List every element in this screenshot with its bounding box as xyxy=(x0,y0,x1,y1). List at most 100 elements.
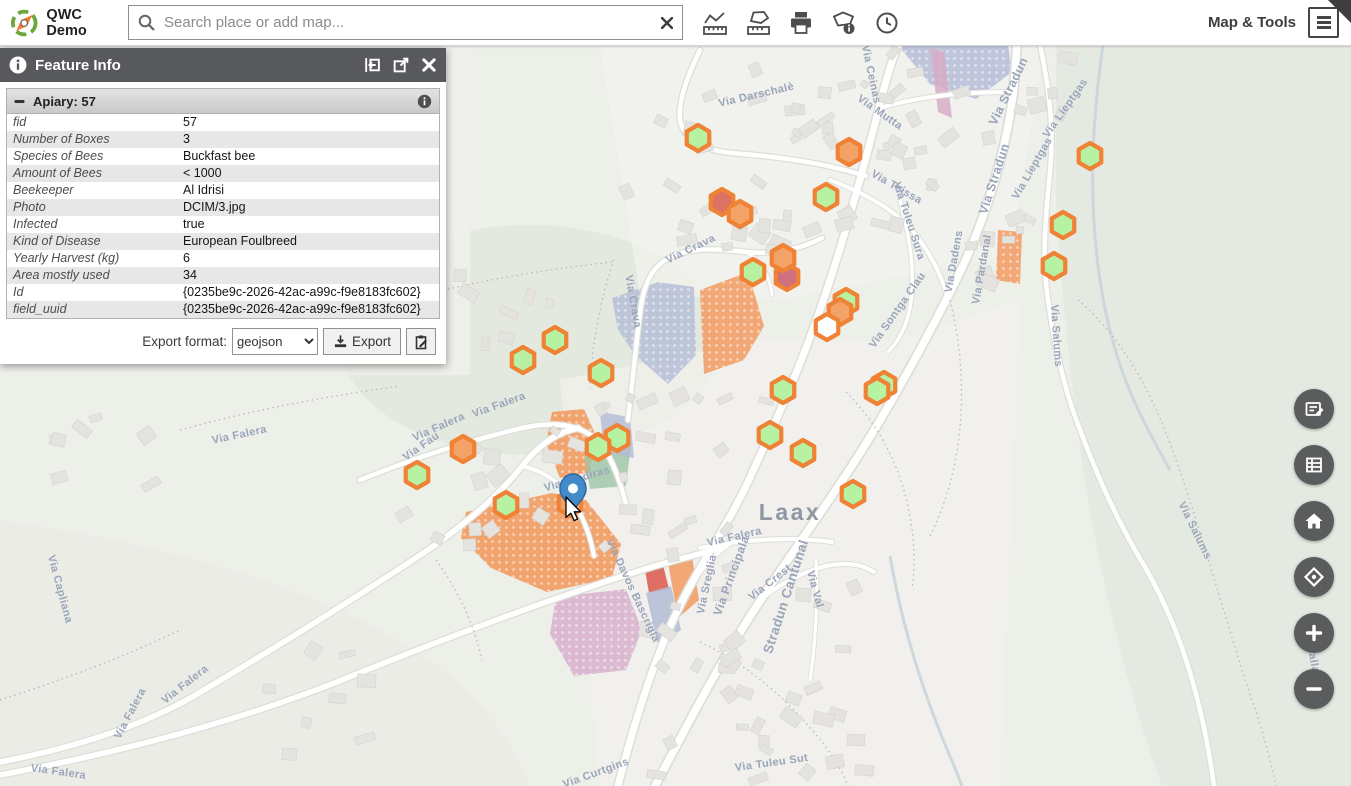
info-icon xyxy=(9,56,27,74)
apiary-marker[interactable] xyxy=(815,184,838,210)
print-button[interactable] xyxy=(783,5,819,41)
apiary-marker[interactable] xyxy=(687,125,710,151)
attribute-value: < 1000 xyxy=(183,165,439,182)
locate-button[interactable] xyxy=(1294,557,1334,597)
apiary-marker[interactable] xyxy=(729,201,752,227)
attribute-label: field_uuid xyxy=(7,301,183,318)
apiary-marker[interactable] xyxy=(452,436,475,462)
export-bar: Export format: geojson Export xyxy=(6,319,440,364)
app-logo: QWC Demo xyxy=(10,7,122,39)
apiary-marker[interactable] xyxy=(406,462,429,488)
apiary-marker[interactable] xyxy=(842,481,865,507)
zoom-out-button[interactable] xyxy=(1294,669,1334,709)
apiary-marker[interactable] xyxy=(742,259,765,285)
qwc-app: Via DarschalèVia CeinasVia MuttaVia Stra… xyxy=(0,0,1351,786)
map-button-stack xyxy=(1294,389,1334,709)
detach-window-button[interactable] xyxy=(392,56,410,74)
attribute-row: Number of Boxes3 xyxy=(7,131,439,148)
home-icon xyxy=(1302,509,1326,533)
collapse-icon xyxy=(14,96,25,107)
copy-to-clipboard-button[interactable] xyxy=(406,328,436,355)
menu-group: Map & Tools xyxy=(1208,0,1339,45)
export-button[interactable]: Export xyxy=(323,328,401,355)
apiary-marker[interactable] xyxy=(792,440,815,466)
apiary-marker[interactable] xyxy=(759,422,782,448)
attribute-label: Yearly Harvest (kg) xyxy=(7,250,183,267)
apiary-marker[interactable] xyxy=(1052,212,1075,238)
feature-info-icon[interactable] xyxy=(417,94,432,109)
attribute-value: {0235be9c-2026-42ac-a99c-f9e8183fc602} xyxy=(183,301,439,318)
attribute-row: Amount of Bees< 1000 xyxy=(7,165,439,182)
dock-button[interactable] xyxy=(363,56,381,74)
fullscreen-toggle[interactable] xyxy=(1328,0,1351,23)
attribute-value: Al Idrisi xyxy=(183,182,439,199)
apiary-marker[interactable] xyxy=(816,314,839,340)
apiary-marker[interactable] xyxy=(1043,253,1066,279)
clear-icon xyxy=(661,17,673,29)
apiary-marker[interactable] xyxy=(1079,143,1102,169)
apiary-marker[interactable] xyxy=(838,139,861,165)
search-box[interactable] xyxy=(128,5,683,40)
attribute-value: 3 xyxy=(183,131,439,148)
close-button[interactable] xyxy=(421,57,437,73)
top-bar: QWC Demo xyxy=(0,0,1351,46)
apiary-marker[interactable] xyxy=(866,378,889,404)
minus-icon xyxy=(1302,677,1326,701)
attribute-value: Buckfast bee xyxy=(183,148,439,165)
attribute-value: DCIM/3.jpg xyxy=(183,199,439,216)
qwc-logo-icon xyxy=(10,8,38,38)
panel-title: Feature Info xyxy=(35,57,121,74)
feature-title: Apiary: 57 xyxy=(33,94,96,109)
attribute-row: Infectedtrue xyxy=(7,216,439,233)
attribute-row: Area mostly used34 xyxy=(7,267,439,284)
attribute-row: Id{0235be9c-2026-42ac-a99c-f9e8183fc602} xyxy=(7,284,439,301)
attribute-label: Photo xyxy=(7,199,183,216)
apiary-marker[interactable] xyxy=(590,360,613,386)
attribute-label: Beekeeper xyxy=(7,182,183,199)
toolbar xyxy=(697,5,905,41)
print-icon xyxy=(787,9,815,37)
attribute-row: fid57 xyxy=(7,114,439,131)
attribute-row: PhotoDCIM/3.jpg xyxy=(7,199,439,216)
attribute-row: Kind of DiseaseEuropean Foulbreed xyxy=(7,233,439,250)
apiary-marker[interactable] xyxy=(587,434,610,460)
feature-result: Apiary: 57 fid57Number of Boxes3Species … xyxy=(6,88,440,319)
redlining-button[interactable] xyxy=(1294,389,1334,429)
home-button[interactable] xyxy=(1294,501,1334,541)
apiary-marker[interactable] xyxy=(772,245,795,271)
locate-icon xyxy=(1302,565,1326,589)
feature-info-header[interactable]: Feature Info xyxy=(0,48,446,82)
attribute-value: {0235be9c-2026-42ac-a99c-f9e8183fc602} xyxy=(183,284,439,301)
export-button-label: Export xyxy=(352,334,391,349)
zoom-in-button[interactable] xyxy=(1294,613,1334,653)
attribute-label: Species of Bees xyxy=(7,148,183,165)
attribute-label: Amount of Bees xyxy=(7,165,183,182)
apiary-marker[interactable] xyxy=(772,377,795,403)
search-input[interactable] xyxy=(160,14,652,31)
attribute-value: 57 xyxy=(183,114,439,131)
feature-header-bar[interactable]: Apiary: 57 xyxy=(7,89,439,114)
export-format-select[interactable]: geojson xyxy=(232,328,318,355)
apiary-marker[interactable] xyxy=(544,327,567,353)
attribute-row: Species of BeesBuckfast bee xyxy=(7,148,439,165)
map-tools-label: Map & Tools xyxy=(1208,14,1296,31)
search-clear-button[interactable] xyxy=(652,8,682,38)
measure-line-button[interactable] xyxy=(697,5,733,41)
attribute-table-button[interactable] xyxy=(1294,445,1334,485)
attribute-row: Yearly Harvest (kg)6 xyxy=(7,250,439,267)
dock-icon xyxy=(363,56,381,74)
measure-area-button[interactable] xyxy=(740,5,776,41)
attribute-table: fid57Number of Boxes3Species of BeesBuck… xyxy=(7,114,439,318)
attribute-label: Number of Boxes xyxy=(7,131,183,148)
attribute-label: Infected xyxy=(7,216,183,233)
apiary-marker[interactable] xyxy=(495,492,518,518)
apiary-marker[interactable] xyxy=(512,347,535,373)
time-button[interactable] xyxy=(869,5,905,41)
attribute-row: field_uuid{0235be9c-2026-42ac-a99c-f9e81… xyxy=(7,301,439,318)
attribute-value: 6 xyxy=(183,250,439,267)
attribute-label: Id xyxy=(7,284,183,301)
region-info-button[interactable] xyxy=(826,5,862,41)
attribute-row: BeekeeperAl Idrisi xyxy=(7,182,439,199)
town-label: Laax xyxy=(759,499,821,525)
external-window-icon xyxy=(392,56,410,74)
